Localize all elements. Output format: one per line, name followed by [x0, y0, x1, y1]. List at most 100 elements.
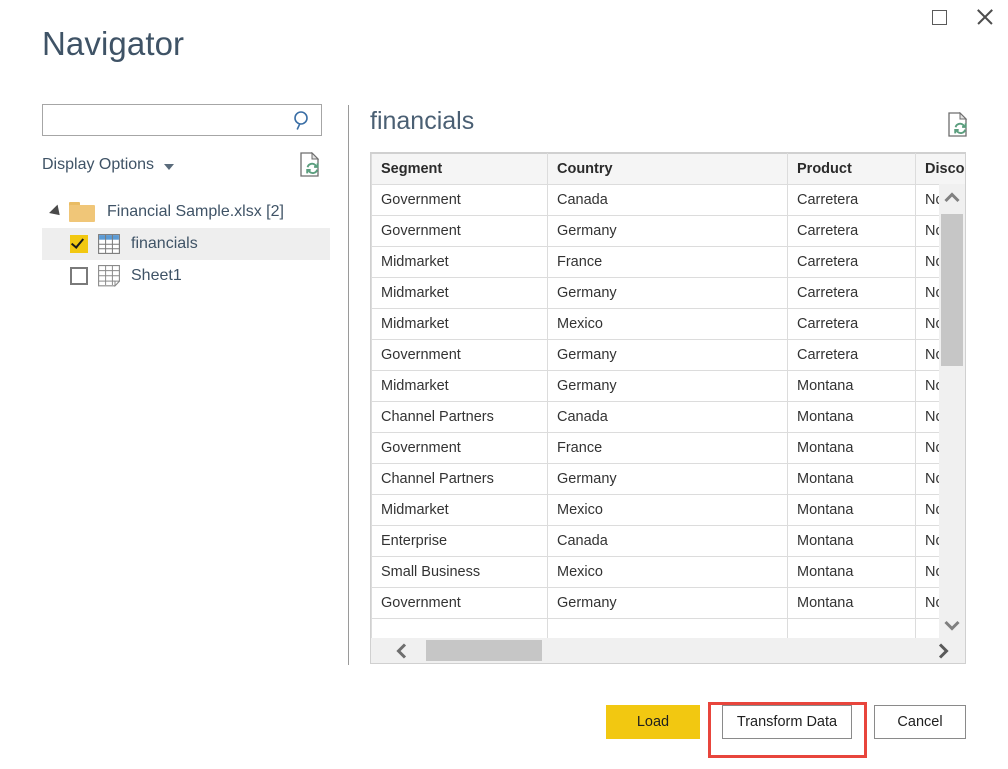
table-cell: Carretera: [787, 246, 916, 278]
table-row: Channel Partners Canada Montana Nc: [371, 401, 965, 433]
table-cell: Germany: [547, 587, 788, 619]
table-row: Midmarket France Carretera Nc: [371, 246, 965, 278]
chevron-up-icon: [944, 191, 960, 202]
scroll-down-button[interactable]: [939, 612, 965, 638]
table-cell: Carretera: [787, 277, 916, 309]
display-options-label: Display Options: [42, 156, 155, 173]
table-cell: Midmarket: [371, 370, 548, 402]
column-header[interactable]: Country: [547, 153, 788, 185]
table-row: Enterprise Canada Montana Nc: [371, 525, 965, 557]
column-header[interactable]: Discou: [915, 153, 965, 185]
table-row: Channel Partners Germany Montana Nc: [371, 463, 965, 495]
table-row: Midmarket Germany Carretera Nc: [371, 277, 965, 309]
table-row: Midmarket Germany Montana Nc: [371, 370, 965, 402]
tree-item-label: Financial Sample.xlsx [2]: [107, 203, 284, 220]
table-cell: Carretera: [787, 184, 916, 216]
table-icon: [98, 234, 120, 254]
dialog-footer: Load Transform Data Cancel: [0, 681, 1008, 769]
scroll-right-button[interactable]: [929, 638, 957, 663]
tree-item-financials[interactable]: financials: [42, 228, 330, 260]
table-cell: [787, 618, 916, 640]
table-cell: Montana: [787, 556, 916, 588]
table-row: Midmarket Mexico Montana Nc: [371, 494, 965, 526]
close-icon: [975, 7, 995, 27]
preview-header: financials: [370, 104, 970, 152]
table-cell: Midmarket: [371, 277, 548, 309]
source-tree: Financial Sample.xlsx [2] financials She…: [42, 196, 330, 292]
tree-item-workbook[interactable]: Financial Sample.xlsx [2]: [42, 196, 330, 228]
close-button[interactable]: [962, 0, 1008, 34]
table-row: Government Canada Carretera Nc: [371, 184, 965, 216]
table-row: Government Germany Carretera Nc: [371, 215, 965, 247]
table-cell: France: [547, 246, 788, 278]
tree-item-label: Sheet1: [131, 267, 182, 284]
transform-data-button[interactable]: Transform Data: [722, 705, 852, 739]
navigator-dialog: Navigator Display Options Financial Samp…: [0, 0, 1008, 769]
tree-item-label: financials: [131, 235, 198, 252]
table-cell: Carretera: [787, 339, 916, 371]
table-cell: Germany: [547, 370, 788, 402]
preview-table: SegmentCountryProductDiscou GovernmentCa…: [371, 153, 965, 640]
table-body: Government Canada Carretera Nc Government Ger…: [371, 184, 965, 640]
pane-divider: [348, 105, 349, 665]
chevron-down-icon: [944, 620, 960, 631]
display-options-row[interactable]: Display Options: [42, 150, 330, 180]
folder-icon: [69, 202, 95, 222]
search-input[interactable]: [43, 106, 283, 134]
table-cell: Channel Partners: [371, 463, 548, 495]
table-cell: Government: [371, 339, 548, 371]
table-cell: Midmarket: [371, 308, 548, 340]
table-cell: Montana: [787, 401, 916, 433]
maximize-button[interactable]: [916, 0, 962, 34]
chevron-down-icon[interactable]: [164, 164, 175, 170]
table-row: Government France Montana Nc: [371, 432, 965, 464]
load-button[interactable]: Load: [606, 705, 700, 739]
table-cell: Carretera: [787, 308, 916, 340]
table-cell: Montana: [787, 432, 916, 464]
search-icon[interactable]: [293, 110, 313, 131]
tree-item-sheet1[interactable]: Sheet1: [42, 260, 330, 292]
table-cell: Montana: [787, 494, 916, 526]
table-cell: Channel Partners: [371, 401, 548, 433]
table-cell: Montana: [787, 525, 916, 557]
table-cell: Canada: [547, 525, 788, 557]
table-cell: Carretera: [787, 215, 916, 247]
table-cell: Montana: [787, 463, 916, 495]
horizontal-scroll-thumb[interactable]: [426, 640, 542, 661]
preview-title: financials: [370, 107, 475, 135]
vertical-scroll-thumb[interactable]: [941, 214, 963, 366]
table-row: Government Germany Montana Nc: [371, 587, 965, 619]
navigator-sidebar: Display Options Financial Sample.xlsx [2…: [42, 104, 330, 292]
table-cell: Government: [371, 184, 548, 216]
maximize-icon: [931, 9, 947, 25]
table-cell: Midmarket: [371, 494, 548, 526]
table-cell: Mexico: [547, 556, 788, 588]
table-cell: Germany: [547, 277, 788, 309]
table-row: [371, 618, 965, 640]
column-header[interactable]: Segment: [371, 153, 548, 185]
table-cell: Montana: [787, 587, 916, 619]
refresh-document-icon[interactable]: [298, 151, 322, 178]
table-cell: Canada: [547, 401, 788, 433]
cancel-button[interactable]: Cancel: [874, 705, 966, 739]
table-cell: Government: [371, 587, 548, 619]
table-row: Midmarket Mexico Carretera Nc: [371, 308, 965, 340]
table-cell: Germany: [547, 339, 788, 371]
preview-grid: SegmentCountryProductDiscou GovernmentCa…: [370, 152, 966, 664]
table-cell: Germany: [547, 463, 788, 495]
checkbox-unchecked-icon[interactable]: [70, 267, 88, 285]
vertical-scrollbar[interactable]: [939, 184, 965, 638]
expander-triangle-icon[interactable]: [49, 204, 64, 220]
column-header[interactable]: Product: [787, 153, 916, 185]
table-cell: Canada: [547, 184, 788, 216]
table-cell: [371, 618, 548, 640]
chevron-left-icon: [395, 642, 406, 659]
sheet-icon: [98, 265, 121, 288]
search-box[interactable]: [42, 104, 322, 136]
scroll-up-button[interactable]: [939, 184, 965, 210]
chevron-right-icon: [938, 642, 949, 659]
refresh-document-icon[interactable]: [946, 111, 970, 138]
horizontal-scrollbar[interactable]: [371, 638, 965, 663]
checkbox-checked-icon[interactable]: [70, 235, 88, 253]
scroll-left-button[interactable]: [387, 638, 415, 663]
